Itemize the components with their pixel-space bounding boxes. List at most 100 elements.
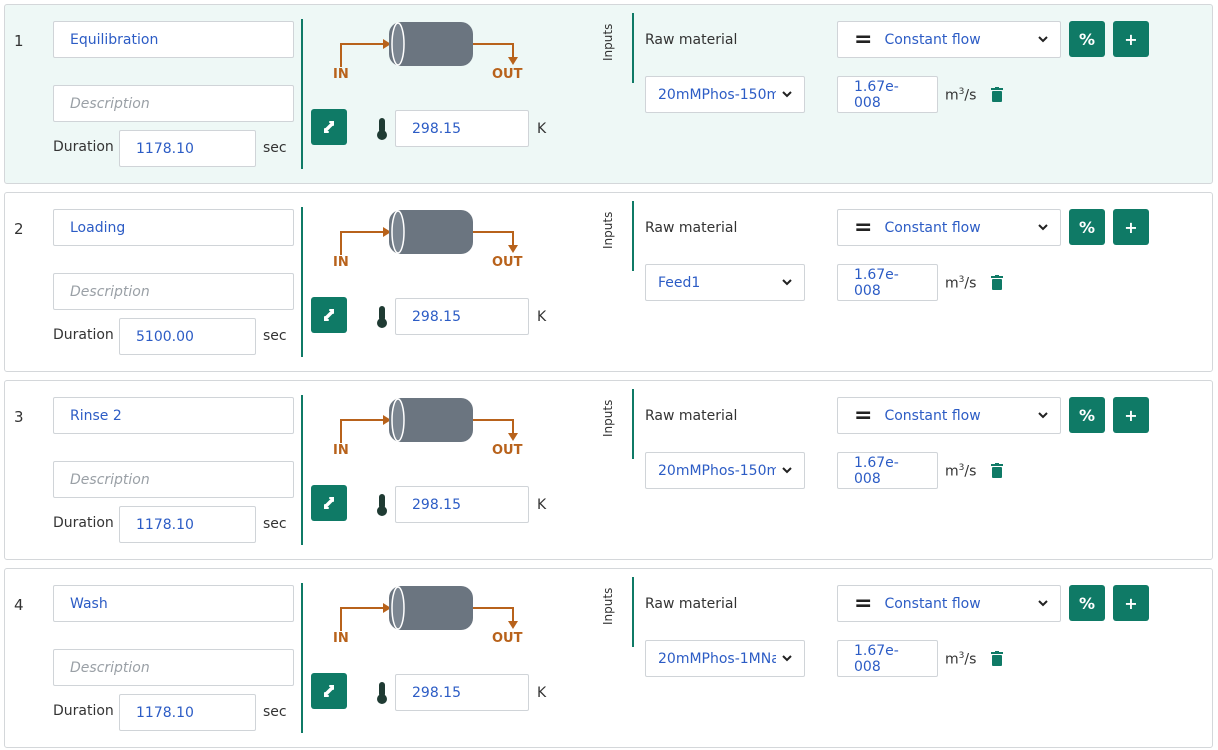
duration-value: 5100.00 (136, 328, 194, 345)
step-card: 3 Rinse 2 Description Duration 1178.10 s… (4, 380, 1213, 560)
trash-icon[interactable] (991, 651, 1003, 666)
temperature-input[interactable]: 298.15 (395, 674, 529, 711)
flow-mode-select[interactable]: = Constant flow (837, 397, 1061, 434)
description-placeholder: Description (70, 659, 150, 676)
raw-material-value: 20mMPhos-1MNaCl (658, 650, 776, 667)
section-divider (301, 395, 303, 545)
section-divider (301, 207, 303, 357)
duration-label: Duration (53, 515, 114, 531)
percent-icon: % (1078, 405, 1096, 425)
step-name-input[interactable]: Wash (53, 585, 294, 622)
plus-icon: + (1124, 29, 1138, 49)
temperature-unit: K (537, 121, 547, 137)
temperature-value: 298.15 (412, 496, 461, 513)
flow-rate-input[interactable]: 1.67e-008 (837, 264, 938, 301)
swap-arrows-icon (324, 121, 334, 133)
flow-rate-input[interactable]: 1.67e-008 (837, 76, 938, 113)
flow-mode-value: Constant flow (884, 595, 981, 612)
flow-mode-select[interactable]: = Constant flow (837, 21, 1061, 58)
add-input-button[interactable]: + (1113, 209, 1149, 245)
equals-icon: = (854, 402, 873, 428)
swap-arrows-icon (324, 309, 334, 321)
chevron-down-icon (1038, 600, 1048, 607)
trash-icon[interactable] (991, 463, 1003, 478)
percent-button[interactable]: % (1069, 585, 1105, 621)
inputs-label: Inputs (601, 211, 615, 249)
step-name-input[interactable]: Loading (53, 209, 294, 246)
inputs-divider (632, 13, 634, 83)
duration-unit: sec (263, 140, 287, 156)
trash-icon[interactable] (991, 275, 1003, 290)
duration-value: 1178.10 (136, 516, 194, 533)
diagram-out-label: OUT (492, 631, 523, 646)
flow-mode-select[interactable]: = Constant flow (837, 209, 1061, 246)
trash-icon[interactable] (991, 87, 1003, 102)
flow-rate-unit: m3/s (945, 463, 977, 480)
inputs-label: Inputs (601, 587, 615, 625)
add-input-button[interactable]: + (1113, 397, 1149, 433)
duration-input[interactable]: 1178.10 (119, 506, 256, 543)
raw-material-select[interactable]: 20mMPhos-1MNaCl (645, 640, 805, 677)
raw-material-select[interactable]: 20mMPhos-150mM (645, 76, 805, 113)
raw-material-select[interactable]: Feed1 (645, 264, 805, 301)
flow-rate-value: 1.67e-008 (854, 454, 899, 487)
description-placeholder: Description (70, 283, 150, 300)
raw-material-value: Feed1 (658, 274, 701, 291)
step-name-value: Rinse 2 (70, 407, 122, 424)
temperature-unit: K (537, 309, 547, 325)
chevron-down-icon (782, 467, 792, 474)
flow-rate-input[interactable]: 1.67e-008 (837, 452, 938, 489)
swap-direction-button[interactable] (311, 297, 347, 333)
duration-input[interactable]: 1178.10 (119, 694, 256, 731)
chevron-down-icon (782, 91, 792, 98)
flow-rate-input[interactable]: 1.67e-008 (837, 640, 938, 677)
duration-label: Duration (53, 703, 114, 719)
temperature-unit: K (537, 685, 547, 701)
diagram-out-label: OUT (492, 255, 523, 270)
swap-direction-button[interactable] (311, 485, 347, 521)
temperature-value: 298.15 (412, 120, 461, 137)
step-name-value: Loading (70, 219, 126, 236)
temperature-input[interactable]: 298.15 (395, 110, 529, 147)
diagram-in-label: IN (333, 443, 349, 458)
plus-icon: + (1124, 405, 1138, 425)
step-name-input[interactable]: Equilibration (53, 21, 294, 58)
description-input[interactable]: Description (53, 85, 294, 122)
swap-direction-button[interactable] (311, 673, 347, 709)
percent-button[interactable]: % (1069, 21, 1105, 57)
inputs-label: Inputs (601, 23, 615, 61)
temperature-input[interactable]: 298.15 (395, 486, 529, 523)
raw-material-label: Raw material (645, 220, 738, 236)
plus-icon: + (1124, 593, 1138, 613)
percent-icon: % (1078, 593, 1096, 613)
plus-icon: + (1124, 217, 1138, 237)
percent-icon: % (1078, 217, 1096, 237)
duration-input[interactable]: 1178.10 (119, 130, 256, 167)
description-placeholder: Description (70, 471, 150, 488)
swap-direction-button[interactable] (311, 109, 347, 145)
percent-button[interactable]: % (1069, 209, 1105, 245)
flow-mode-select[interactable]: = Constant flow (837, 585, 1061, 622)
duration-input[interactable]: 5100.00 (119, 318, 256, 355)
step-card: 2 Loading Description Duration 5100.00 s… (4, 192, 1213, 372)
flow-rate-value: 1.67e-008 (854, 266, 899, 299)
raw-material-value: 20mMPhos-150mM (658, 86, 776, 103)
swap-arrows-icon (324, 685, 334, 697)
add-input-button[interactable]: + (1113, 585, 1149, 621)
raw-material-label: Raw material (645, 32, 738, 48)
description-input[interactable]: Description (53, 273, 294, 310)
description-input[interactable]: Description (53, 649, 294, 686)
description-placeholder: Description (70, 95, 150, 112)
step-name-value: Wash (70, 595, 108, 612)
add-input-button[interactable]: + (1113, 21, 1149, 57)
flow-rate-unit: m3/s (945, 87, 977, 104)
temperature-value: 298.15 (412, 308, 461, 325)
percent-button[interactable]: % (1069, 397, 1105, 433)
thermometer-icon (377, 118, 387, 140)
temperature-unit: K (537, 497, 547, 513)
description-input[interactable]: Description (53, 461, 294, 498)
step-name-input[interactable]: Rinse 2 (53, 397, 294, 434)
step-number: 1 (14, 32, 24, 50)
temperature-input[interactable]: 298.15 (395, 298, 529, 335)
raw-material-select[interactable]: 20mMPhos-150mM (645, 452, 805, 489)
